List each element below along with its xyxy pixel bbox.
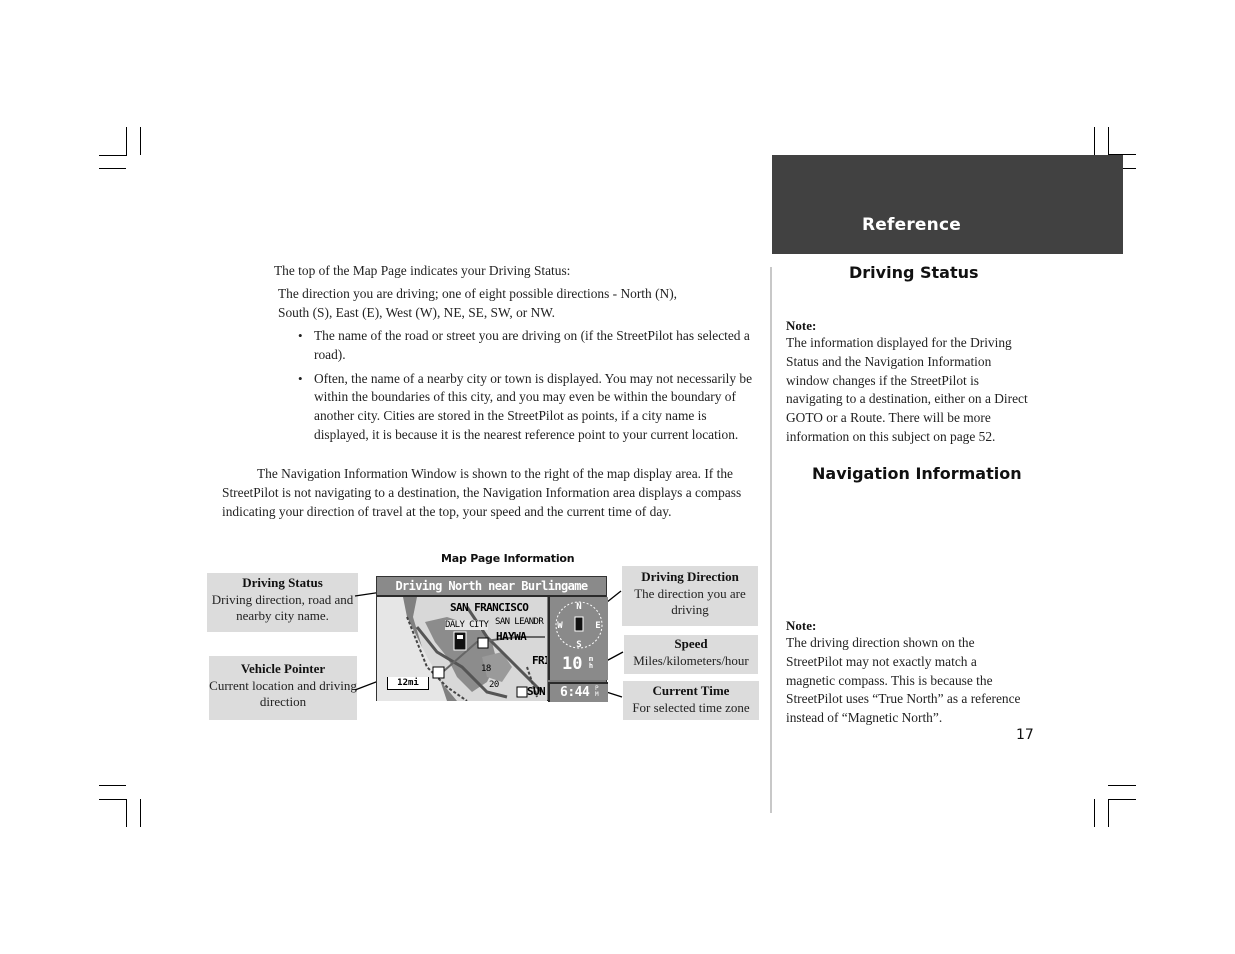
map-label-city: SUN [527, 685, 546, 698]
compass-north: N [576, 602, 581, 612]
vehicle-heading-icon [574, 616, 584, 632]
time-panel: 6:44 P M [548, 682, 608, 702]
leader-lines [354, 588, 624, 698]
map-label-city: SAN LEANDR [495, 617, 544, 627]
vehicle-pointer-icon [457, 635, 463, 639]
compass-south: S [576, 640, 581, 650]
compass-icon: N S E W [555, 601, 603, 650]
compass-east: E [595, 621, 600, 631]
map-label-city: SAN FRANCISCO [450, 601, 529, 614]
driving-status-bar: Driving North near Burlingame [377, 577, 606, 597]
navigation-info-panel: N S E W 10 m h [548, 597, 608, 680]
map-label-city: FRI [532, 654, 547, 667]
airport-icon [477, 637, 489, 649]
airport-icon [516, 686, 528, 698]
speed-unit: m h [587, 656, 595, 670]
map-label-city: HAYWA [496, 630, 527, 643]
compass-west: W [557, 621, 563, 631]
map-display: SAN FRANCISCO DALY CITY SAN LEANDR HAYWA… [377, 597, 547, 701]
road-number: 18 [481, 664, 491, 674]
time-ampm-bottom: M [595, 691, 599, 698]
airport-icon [432, 666, 445, 679]
map-scale: 12mi [387, 677, 429, 690]
road-number: 20 [489, 680, 499, 690]
map-page-screenshot: Driving North near Burlingame SAN FRANCI… [376, 576, 608, 702]
vehicle-pointer-icon [453, 631, 467, 651]
time-ampm: P M [595, 686, 599, 698]
speed-unit-bottom: h [588, 662, 594, 670]
speed-value: 10 [562, 654, 583, 674]
time-value: 6:44 [560, 685, 590, 700]
map-label-city: DALY CITY [445, 620, 489, 630]
